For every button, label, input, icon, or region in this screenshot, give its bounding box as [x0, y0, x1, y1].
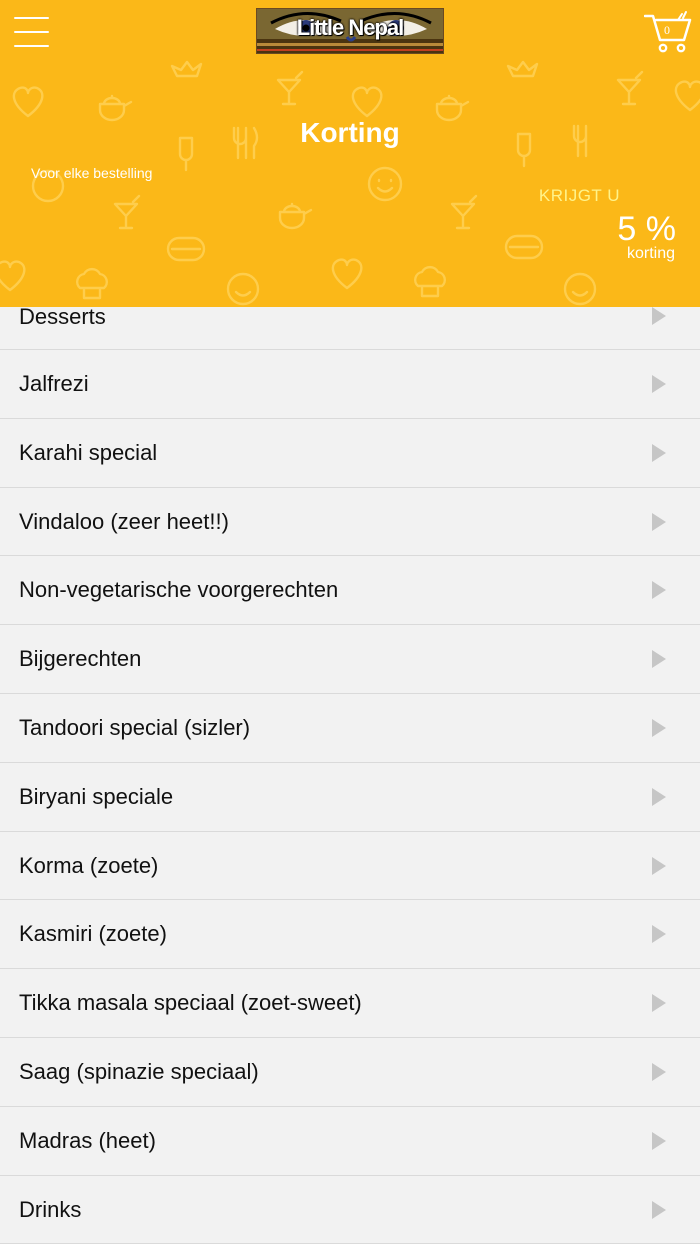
chevron-right-icon — [652, 375, 666, 393]
category-label: Madras (heet) — [19, 1127, 156, 1153]
category-row-karahi-special[interactable]: Karahi special — [0, 418, 700, 488]
heart-doodle — [674, 80, 700, 112]
chevron-right-icon — [652, 718, 666, 737]
category-list: Desserts Jalfrezi Karahi special Vindalo… — [0, 304, 700, 1244]
heart-doodle — [0, 260, 26, 292]
chevron-right-icon — [652, 512, 666, 531]
category-row-saag[interactable]: Saag (spinazie speciaal) — [0, 1037, 700, 1107]
crown-doodle — [506, 60, 539, 78]
category-label: Tandoori special (sizler) — [19, 714, 251, 740]
category-row-jalfrezi[interactable]: Jalfrezi — [0, 350, 700, 419]
category-label: Bijgerechten — [19, 646, 142, 672]
discount-percentage: 5 % — [617, 210, 676, 248]
cocktail-doodle — [616, 70, 644, 106]
category-row-kasmiri[interactable]: Kasmiri (zoete) — [0, 900, 700, 970]
chevron-right-icon — [652, 307, 666, 325]
heart-doodle — [331, 258, 363, 290]
chef-hat-doodle — [76, 267, 108, 300]
category-row-tandoori-special[interactable]: Tandoori special (sizler) — [0, 693, 700, 763]
chevron-right-icon — [652, 581, 666, 600]
heart-doodle — [351, 86, 383, 118]
category-row-vindaloo[interactable]: Vindaloo (zeer heet!!) — [0, 487, 700, 557]
smiley-doodle — [226, 272, 260, 306]
category-label: Tikka masala speciaal (zoet-sweet) — [19, 990, 362, 1016]
chevron-right-icon — [652, 1131, 666, 1150]
cart-count-badge: 0 — [664, 23, 670, 37]
teapot-doodle — [278, 202, 313, 230]
category-row-desserts[interactable]: Desserts — [0, 304, 700, 350]
chevron-right-icon — [652, 925, 666, 944]
chevron-right-icon — [652, 856, 666, 875]
category-label: Desserts — [19, 304, 106, 329]
chevron-right-icon — [652, 994, 666, 1013]
discount-subtitle: Voor elke bestelling — [31, 165, 153, 181]
smiley-doodle — [563, 272, 597, 306]
cocktail-doodle — [276, 70, 304, 106]
chevron-right-icon — [652, 443, 666, 462]
discount-krijgt-label: KRIJGT U — [538, 186, 620, 205]
category-row-madras[interactable]: Madras (heet) — [0, 1106, 700, 1176]
category-row-korma[interactable]: Korma (zoete) — [0, 831, 700, 901]
cocktail-doodle — [113, 194, 141, 230]
category-label: Kasmiri (zoete) — [19, 921, 167, 947]
chevron-right-icon — [652, 1200, 666, 1219]
category-row-tikka-masala[interactable]: Tikka masala speciaal (zoet-sweet) — [0, 969, 700, 1038]
crown-doodle — [170, 60, 203, 78]
discount-banner: Little Nepal 0 Korting Voor elke bestell… — [0, 0, 700, 307]
category-label: Vindaloo (zeer heet!!) — [19, 508, 229, 534]
hamburger-menu-icon[interactable] — [14, 17, 50, 47]
chef-hat-doodle — [414, 265, 446, 298]
category-label: Non-vegetarische voorgerechten — [19, 577, 339, 603]
chevron-right-icon — [652, 787, 666, 806]
chevron-right-icon — [652, 1062, 666, 1081]
page-title: Korting — [300, 117, 400, 148]
category-label: Korma (zoete) — [19, 852, 159, 878]
heart-doodle — [12, 86, 44, 118]
restaurant-logo: Little Nepal — [256, 8, 444, 54]
cocktail-doodle — [450, 194, 478, 230]
shopping-cart-icon[interactable]: 0 — [643, 10, 692, 54]
category-row-non-vegetarian-starters[interactable]: Non-vegetarische voorgerechten — [0, 556, 700, 626]
category-label: Saag (spinazie speciaal) — [19, 1058, 259, 1084]
category-row-drinks[interactable]: Drinks — [0, 1175, 700, 1244]
category-row-biryani-speciale[interactable]: Biryani speciale — [0, 762, 700, 832]
chevron-right-icon — [652, 650, 666, 669]
category-label: Jalfrezi — [19, 371, 89, 396]
logo-text: Little Nepal — [296, 15, 405, 40]
discount-korting-label: korting — [626, 245, 675, 262]
smiley-doodle — [367, 166, 403, 202]
category-row-bijgerechten[interactable]: Bijgerechten — [0, 625, 700, 694]
category-label: Karahi special — [19, 439, 158, 465]
category-label: Drinks — [19, 1196, 82, 1222]
category-label: Biryani speciale — [19, 783, 174, 809]
